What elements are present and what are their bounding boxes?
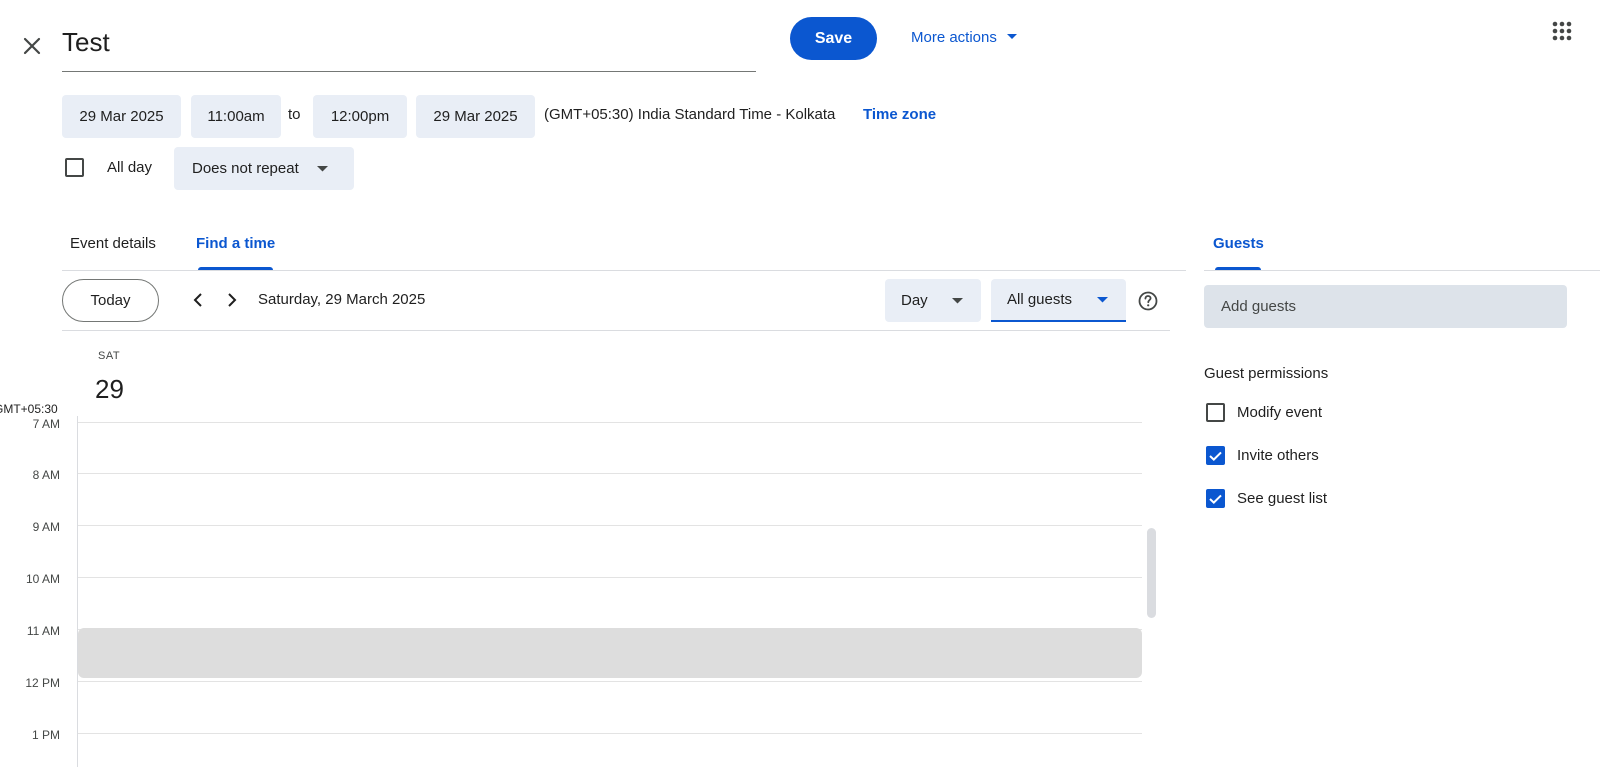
end-date-chip[interactable]: 29 Mar 2025 xyxy=(416,95,535,138)
permission-label: Invite others xyxy=(1237,447,1319,464)
previous-day-button[interactable] xyxy=(184,286,212,314)
hour-label: 10 AM xyxy=(25,572,60,586)
hour-gridline xyxy=(78,422,1142,423)
view-value: Day xyxy=(901,292,928,309)
hour-label: 7 AM xyxy=(32,417,60,431)
permission-modify-event[interactable]: Modify event xyxy=(1206,403,1322,422)
tab-guests[interactable]: Guests xyxy=(1213,235,1264,252)
hour-gridline xyxy=(78,525,1142,526)
hour-label: 11 AM xyxy=(26,624,60,638)
tab-event-details[interactable]: Event details xyxy=(70,235,156,252)
permission-see-guest-list[interactable]: See guest list xyxy=(1206,489,1327,508)
close-button[interactable] xyxy=(14,28,50,64)
hour-label: 1 PM xyxy=(31,728,60,742)
current-date-heading: Saturday, 29 March 2025 xyxy=(258,291,426,308)
day-abbreviation: SAT xyxy=(98,350,121,362)
caret-down-icon xyxy=(316,165,328,171)
day-number: 29 xyxy=(95,374,124,404)
help-icon[interactable] xyxy=(1136,289,1160,313)
chevron-right-icon xyxy=(228,293,237,307)
timezone-offset-label: GMT+05:30 xyxy=(0,402,58,416)
hour-label: 12 PM xyxy=(25,676,60,690)
caret-down-icon xyxy=(1006,34,1017,39)
chevron-left-icon xyxy=(193,293,202,307)
permission-label: See guest list xyxy=(1237,490,1328,507)
start-date-chip[interactable]: 29 Mar 2025 xyxy=(62,95,181,138)
invite-others-checkbox[interactable] xyxy=(1206,446,1225,465)
toolbar-divider xyxy=(62,330,1170,331)
caret-down-icon xyxy=(1097,296,1108,302)
more-actions-label: More actions xyxy=(911,28,997,46)
more-actions-button[interactable]: More actions xyxy=(911,24,1017,50)
repeat-dropdown[interactable]: Does not repeat xyxy=(174,147,354,190)
permission-label: Modify event xyxy=(1237,404,1323,421)
timezone-text: (GMT+05:30) India Standard Time - Kolkat… xyxy=(544,106,836,123)
hour-label: 8 AM xyxy=(32,468,60,482)
checkmark-icon xyxy=(1209,494,1222,504)
hour-gridline xyxy=(78,733,1142,734)
see-guest-list-checkbox[interactable] xyxy=(1206,489,1225,508)
timezone-link[interactable]: Time zone xyxy=(863,106,936,123)
guest-permissions-heading: Guest permissions xyxy=(1204,365,1329,382)
guests-divider xyxy=(1204,270,1600,271)
hour-gridline xyxy=(78,681,1142,682)
grid-scrollbar[interactable] xyxy=(1147,528,1156,618)
view-select[interactable]: Day xyxy=(885,279,981,322)
to-label: to xyxy=(288,106,301,123)
save-button[interactable]: Save xyxy=(790,17,877,60)
guests-filter-value: All guests xyxy=(1007,291,1073,308)
event-title-input[interactable] xyxy=(62,18,756,66)
checkmark-icon xyxy=(1209,451,1222,461)
modify-event-checkbox[interactable] xyxy=(1206,403,1225,422)
tabs-divider xyxy=(62,270,1186,271)
event-time-block[interactable] xyxy=(78,628,1142,678)
guests-filter-select[interactable]: All guests xyxy=(991,279,1126,322)
hour-gridline xyxy=(78,473,1142,474)
title-field-wrapper xyxy=(62,18,756,72)
end-time-chip[interactable]: 12:00pm xyxy=(313,95,407,138)
apps-grid-icon[interactable] xyxy=(1552,20,1572,42)
hour-gridline xyxy=(78,577,1142,578)
all-day-label: All day xyxy=(107,159,153,176)
today-button[interactable]: Today xyxy=(62,279,159,322)
hour-label: 9 AM xyxy=(32,520,60,534)
caret-down-icon xyxy=(952,297,963,303)
next-day-button[interactable] xyxy=(218,286,246,314)
active-tab-indicator xyxy=(198,267,273,270)
grid-left-border xyxy=(77,416,78,767)
all-day-checkbox[interactable] xyxy=(65,158,84,177)
start-time-chip[interactable]: 11:00am xyxy=(191,95,281,138)
tab-find-a-time[interactable]: Find a time xyxy=(196,235,275,252)
close-icon xyxy=(23,37,41,55)
repeat-value: Does not repeat xyxy=(192,160,299,177)
permission-invite-others[interactable]: Invite others xyxy=(1206,446,1319,465)
add-guests-input[interactable] xyxy=(1204,285,1567,328)
day-time-grid[interactable]: 7 AM 8 AM 9 AM 10 AM 11 AM 12 PM 1 PM xyxy=(0,416,1160,767)
